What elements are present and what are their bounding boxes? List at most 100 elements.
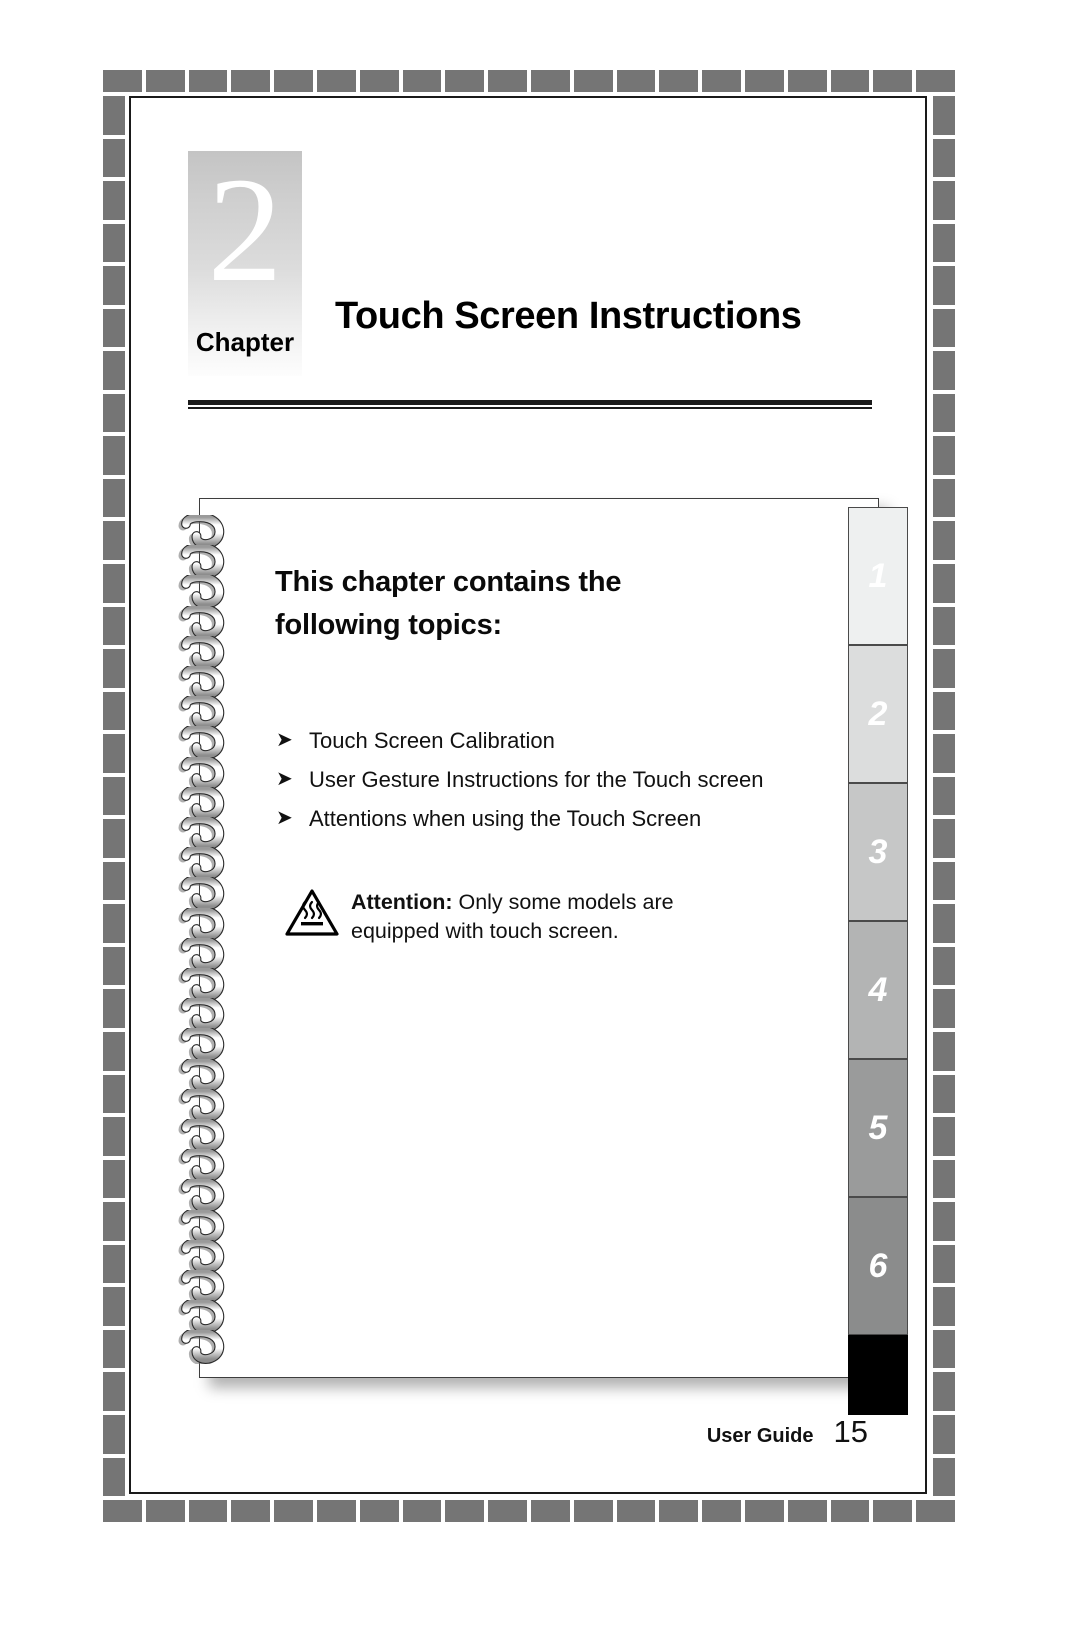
frame-dash-segment bbox=[231, 70, 271, 92]
frame-dash-segment bbox=[933, 1329, 955, 1369]
frame-dash-segment bbox=[103, 1500, 142, 1522]
frame-dash-segment bbox=[933, 946, 955, 986]
frame-dash-segment bbox=[702, 70, 741, 92]
frame-dash-segment bbox=[873, 70, 913, 92]
frame-dash-segment bbox=[933, 393, 955, 433]
frame-right-dashes bbox=[933, 96, 955, 1497]
frame-dash-segment bbox=[933, 1159, 955, 1199]
topic-list-item: ➤ User Gesture Instructions for the Touch… bbox=[275, 760, 763, 799]
frame-dash-segment bbox=[145, 70, 185, 92]
index-tab-5[interactable]: 5 bbox=[848, 1059, 908, 1197]
frame-dash-segment bbox=[103, 96, 125, 135]
spiral-coil bbox=[178, 1327, 236, 1366]
frame-dash-segment bbox=[103, 478, 125, 518]
frame-dash-segment bbox=[933, 351, 955, 390]
frame-dash-segment bbox=[103, 1202, 125, 1241]
frame-dash-segment bbox=[103, 181, 125, 220]
spiral-coil bbox=[178, 1025, 236, 1064]
spiral-coil bbox=[178, 542, 236, 581]
frame-dash-segment bbox=[103, 776, 125, 816]
index-tab-6[interactable]: 6 bbox=[848, 1197, 908, 1335]
chapter-number: 2 bbox=[207, 147, 283, 313]
spiral-coil bbox=[178, 1116, 236, 1155]
spiral-coil bbox=[178, 1237, 236, 1276]
index-tab-number: 3 bbox=[868, 832, 888, 871]
notebook-content: This chapter contains the following topi… bbox=[275, 561, 763, 948]
frame-dash-segment bbox=[488, 1500, 527, 1522]
frame-dash-segment bbox=[933, 904, 955, 943]
spiral-coil bbox=[178, 784, 236, 823]
frame-dash-segment bbox=[933, 478, 955, 518]
frame-dash-segment bbox=[744, 1500, 784, 1522]
notebook-heading: This chapter contains the following topi… bbox=[275, 566, 622, 641]
frame-dash-segment bbox=[103, 1414, 125, 1454]
spiral-coil bbox=[178, 874, 236, 913]
index-tab-4[interactable]: 4 bbox=[848, 921, 908, 1059]
index-tab-black-end bbox=[848, 1335, 908, 1415]
topics-list: ➤ Touch Screen Calibration ➤ User Gesture I… bbox=[275, 721, 763, 838]
topic-label: User Gesture Instructions for the Touch … bbox=[309, 767, 764, 792]
frame-dash-segment bbox=[359, 70, 399, 92]
frame-dash-segment bbox=[933, 1202, 955, 1241]
frame-dash-segment bbox=[787, 70, 827, 92]
frame-dash-segment bbox=[103, 1032, 125, 1071]
frame-dash-segment bbox=[103, 564, 125, 603]
frame-dash-segment bbox=[830, 70, 870, 92]
topic-label: Attentions when using the Touch Screen bbox=[309, 806, 702, 831]
frame-dash-segment bbox=[933, 691, 955, 731]
frame-dash-segment bbox=[933, 96, 955, 135]
spiral-coil bbox=[178, 572, 236, 611]
decorative-dashed-frame: 2 Chapter Touch Screen Instructions 1 2 3 4… bbox=[103, 70, 955, 1522]
frame-dash-segment bbox=[445, 1500, 485, 1522]
page-title: Touch Screen Instructions bbox=[335, 295, 802, 337]
frame-dash-segment bbox=[103, 351, 125, 390]
page-sheet: 2 Chapter Touch Screen Instructions 1 2 3 4… bbox=[129, 96, 927, 1494]
frame-dash-segment bbox=[573, 1500, 613, 1522]
index-tab-3[interactable]: 3 bbox=[848, 783, 908, 921]
index-tab-1[interactable]: 1 bbox=[848, 507, 908, 645]
frame-dash-segment bbox=[933, 181, 955, 220]
spiral-coil bbox=[178, 1207, 236, 1246]
spiral-coil bbox=[178, 1056, 236, 1095]
frame-dash-segment bbox=[933, 649, 955, 688]
frame-dash-segment bbox=[933, 1244, 955, 1284]
frame-dash-segment bbox=[103, 308, 125, 348]
frame-dash-segment bbox=[933, 776, 955, 816]
frame-dash-segment bbox=[103, 223, 125, 263]
frame-bottom-dashes bbox=[103, 1500, 955, 1522]
notebook-card: 1 2 3 4 5 6 This chapter contains the followi… bbox=[178, 498, 908, 1415]
frame-dash-segment bbox=[103, 393, 125, 433]
frame-dash-segment bbox=[316, 70, 356, 92]
index-tab-2[interactable]: 2 bbox=[848, 645, 908, 783]
frame-left-dashes bbox=[103, 96, 125, 1497]
spiral-coil bbox=[178, 935, 236, 974]
title-divider bbox=[188, 400, 872, 409]
spiral-coil bbox=[178, 1176, 236, 1215]
frame-dash-segment bbox=[103, 70, 142, 92]
frame-dash-segment bbox=[744, 70, 784, 92]
spiral-coil bbox=[178, 693, 236, 732]
index-tab-number: 5 bbox=[868, 1108, 888, 1147]
frame-dash-segment bbox=[188, 70, 228, 92]
frame-dash-segment bbox=[933, 1457, 955, 1497]
frame-dash-segment bbox=[933, 436, 955, 475]
spiral-coil bbox=[178, 995, 236, 1034]
attention-label: Attention: bbox=[351, 890, 453, 914]
attention-text: Attention: Only some models are equipped… bbox=[351, 888, 735, 946]
frame-dash-segment bbox=[359, 1500, 399, 1522]
spiral-coil bbox=[178, 1297, 236, 1336]
frame-dash-segment bbox=[145, 1500, 185, 1522]
divider-thick-line bbox=[188, 400, 872, 405]
frame-dash-segment bbox=[933, 521, 955, 561]
frame-dash-segment bbox=[402, 1500, 442, 1522]
frame-dash-segment bbox=[616, 1500, 656, 1522]
spiral-coil bbox=[178, 1086, 236, 1125]
frame-dash-segment bbox=[933, 564, 955, 603]
chapter-label: Chapter bbox=[195, 327, 295, 357]
frame-dash-segment bbox=[659, 70, 699, 92]
frame-dash-segment bbox=[933, 989, 955, 1029]
frame-dash-segment bbox=[530, 1500, 570, 1522]
frame-dash-segment bbox=[103, 989, 125, 1029]
frame-dash-segment bbox=[231, 1500, 271, 1522]
frame-dash-segment bbox=[103, 436, 125, 475]
